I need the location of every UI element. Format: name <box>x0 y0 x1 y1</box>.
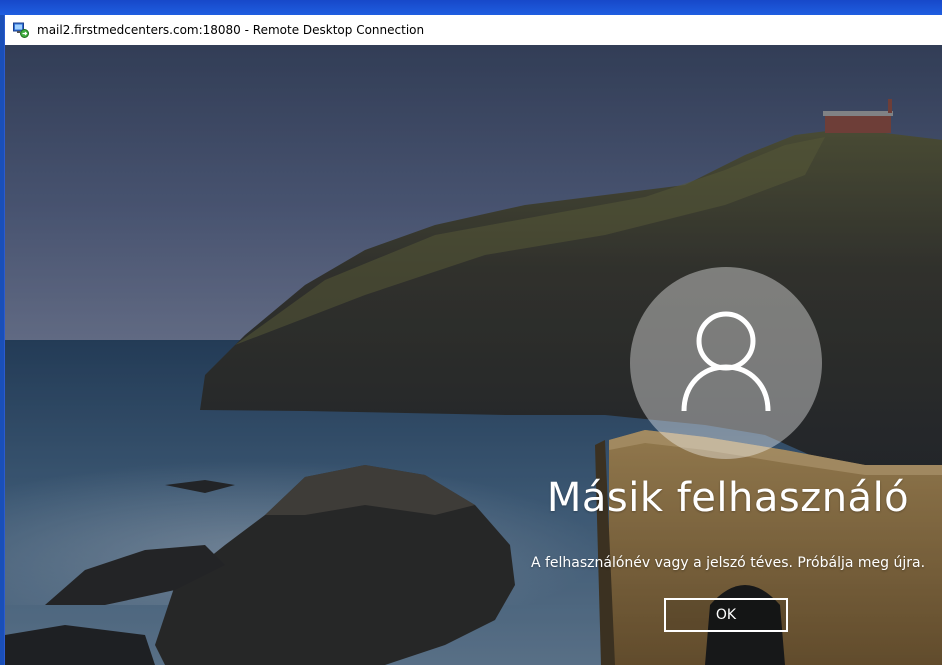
window-title: mail2.firstmedcenters.com:18080 - Remote… <box>37 23 425 37</box>
window-titlebar[interactable]: mail2.firstmedcenters.com:18080 - Remote… <box>5 15 942 45</box>
error-message: A felhasználónév vagy a jelszó téves. Pr… <box>530 555 926 571</box>
desktop-background-strip <box>0 0 942 15</box>
user-avatar <box>630 267 822 459</box>
remote-desktop-icon <box>13 22 29 38</box>
remote-desktop-window: mail2.firstmedcenters.com:18080 - Remote… <box>4 15 942 665</box>
user-silhouette-icon <box>681 311 771 412</box>
lock-screen: Másik felhasználó A felhasználónév vagy … <box>5 45 942 665</box>
username-label: Másik felhasználó <box>546 475 910 521</box>
ok-button[interactable]: OK <box>664 598 788 632</box>
